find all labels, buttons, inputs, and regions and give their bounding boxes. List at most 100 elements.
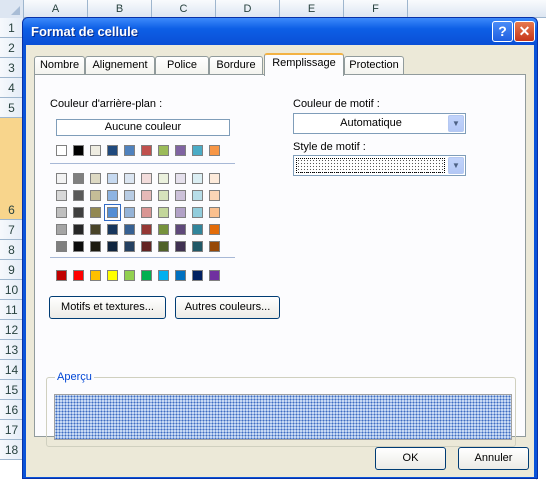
pattern-color-select[interactable]: Automatique ▼ bbox=[293, 113, 466, 134]
tab-nombre[interactable]: Nombre bbox=[34, 56, 85, 75]
chevron-down-icon[interactable]: ▼ bbox=[448, 157, 464, 174]
swatch-standard[interactable] bbox=[107, 270, 118, 281]
swatch-tint[interactable] bbox=[192, 224, 203, 235]
swatch-tint[interactable] bbox=[90, 241, 101, 252]
column-header-d[interactable]: D bbox=[216, 0, 280, 18]
row-header-17[interactable]: 17 bbox=[0, 420, 24, 440]
swatch-tint[interactable] bbox=[209, 190, 220, 201]
swatch-tint[interactable] bbox=[124, 173, 135, 184]
swatch-theme[interactable] bbox=[124, 145, 135, 156]
pattern-style-select[interactable]: ▼ bbox=[293, 155, 466, 176]
row-header-1[interactable]: 1 bbox=[0, 18, 24, 38]
swatch-tint[interactable] bbox=[124, 224, 135, 235]
swatch-theme[interactable] bbox=[209, 145, 220, 156]
swatch-standard[interactable] bbox=[90, 270, 101, 281]
swatch-tint[interactable] bbox=[192, 173, 203, 184]
row-header-18[interactable]: 18 bbox=[0, 440, 24, 460]
swatch-tint[interactable] bbox=[141, 207, 152, 218]
swatch-tint[interactable] bbox=[209, 173, 220, 184]
swatch-tint[interactable] bbox=[192, 190, 203, 201]
swatch-tint[interactable] bbox=[175, 173, 186, 184]
swatch-tint[interactable] bbox=[209, 224, 220, 235]
column-header-b[interactable]: B bbox=[88, 0, 152, 18]
row-header-8[interactable]: 8 bbox=[0, 240, 24, 260]
swatch-theme[interactable] bbox=[73, 145, 84, 156]
tab-alignement[interactable]: Alignement bbox=[85, 56, 155, 75]
row-header-5[interactable]: 5 bbox=[0, 98, 24, 118]
swatch-tint[interactable] bbox=[107, 190, 118, 201]
swatch-tint[interactable] bbox=[56, 224, 67, 235]
swatch-tint[interactable] bbox=[56, 207, 67, 218]
swatch-tint[interactable] bbox=[141, 241, 152, 252]
row-header-15[interactable]: 15 bbox=[0, 380, 24, 400]
swatch-tint[interactable] bbox=[175, 190, 186, 201]
column-header-c[interactable]: C bbox=[152, 0, 216, 18]
row-header-7[interactable]: 7 bbox=[0, 220, 24, 240]
swatch-tint[interactable] bbox=[73, 207, 84, 218]
swatch-tint[interactable] bbox=[158, 224, 169, 235]
swatch-tint[interactable] bbox=[209, 241, 220, 252]
column-header-a[interactable]: A bbox=[24, 0, 88, 18]
row-header-12[interactable]: 12 bbox=[0, 320, 24, 340]
swatch-tint[interactable] bbox=[192, 207, 203, 218]
swatch-theme[interactable] bbox=[107, 145, 118, 156]
swatch-tint[interactable] bbox=[141, 173, 152, 184]
swatch-tint[interactable] bbox=[56, 241, 67, 252]
swatch-theme[interactable] bbox=[158, 145, 169, 156]
row-header-13[interactable]: 13 bbox=[0, 340, 24, 360]
more-colors-button[interactable]: Autres couleurs... bbox=[175, 296, 280, 319]
swatch-theme[interactable] bbox=[141, 145, 152, 156]
no-color-button[interactable]: Aucune couleur bbox=[56, 119, 230, 136]
swatch-tint[interactable] bbox=[107, 173, 118, 184]
swatch-tint[interactable] bbox=[107, 241, 118, 252]
close-button[interactable]: ✕ bbox=[514, 21, 535, 42]
swatch-standard[interactable] bbox=[141, 270, 152, 281]
swatch-tint[interactable] bbox=[158, 207, 169, 218]
swatch-tint[interactable] bbox=[73, 224, 84, 235]
row-header-14[interactable]: 14 bbox=[0, 360, 24, 380]
swatch-tint[interactable] bbox=[158, 241, 169, 252]
chevron-down-icon[interactable]: ▼ bbox=[448, 115, 464, 132]
swatch-tint[interactable] bbox=[104, 204, 121, 221]
row-header-4[interactable]: 4 bbox=[0, 78, 24, 98]
swatch-tint[interactable] bbox=[73, 173, 84, 184]
swatch-tint[interactable] bbox=[107, 224, 118, 235]
fill-effects-button[interactable]: Motifs et textures... bbox=[49, 296, 166, 319]
swatch-tint[interactable] bbox=[175, 224, 186, 235]
column-header-f[interactable]: F bbox=[344, 0, 408, 18]
row-header-3[interactable]: 3 bbox=[0, 58, 24, 78]
row-header-10[interactable]: 10 bbox=[0, 280, 24, 300]
swatch-tint[interactable] bbox=[90, 173, 101, 184]
swatch-tint[interactable] bbox=[73, 190, 84, 201]
swatch-tint[interactable] bbox=[56, 173, 67, 184]
swatch-tint[interactable] bbox=[73, 241, 84, 252]
swatch-tint[interactable] bbox=[90, 224, 101, 235]
swatch-tint[interactable] bbox=[90, 190, 101, 201]
row-header-2[interactable]: 2 bbox=[0, 38, 24, 58]
swatch-tint[interactable] bbox=[192, 241, 203, 252]
swatch-tint[interactable] bbox=[56, 190, 67, 201]
select-all-corner[interactable] bbox=[0, 0, 24, 18]
row-header-11[interactable]: 11 bbox=[0, 300, 24, 320]
tab-police[interactable]: Police bbox=[155, 56, 209, 75]
row-header-6[interactable]: 6 bbox=[0, 118, 24, 220]
swatch-standard[interactable] bbox=[209, 270, 220, 281]
swatch-standard[interactable] bbox=[192, 270, 203, 281]
cancel-button[interactable]: Annuler bbox=[458, 447, 529, 470]
row-header-16[interactable]: 16 bbox=[0, 400, 24, 420]
help-button[interactable]: ? bbox=[492, 21, 513, 42]
swatch-tint[interactable] bbox=[124, 207, 135, 218]
swatch-theme[interactable] bbox=[90, 145, 101, 156]
swatch-tint[interactable] bbox=[158, 190, 169, 201]
swatch-theme[interactable] bbox=[56, 145, 67, 156]
swatch-tint[interactable] bbox=[175, 207, 186, 218]
swatch-theme[interactable] bbox=[175, 145, 186, 156]
swatch-tint[interactable] bbox=[175, 241, 186, 252]
ok-button[interactable]: OK bbox=[375, 447, 446, 470]
tab-bordure[interactable]: Bordure bbox=[209, 56, 263, 75]
swatch-tint[interactable] bbox=[124, 190, 135, 201]
swatch-standard[interactable] bbox=[124, 270, 135, 281]
swatch-tint[interactable] bbox=[124, 241, 135, 252]
swatch-tint[interactable] bbox=[141, 224, 152, 235]
tab-protection[interactable]: Protection bbox=[344, 56, 404, 75]
